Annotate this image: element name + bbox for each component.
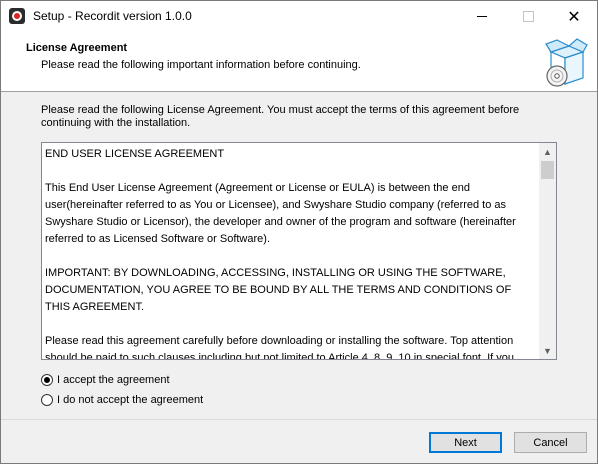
cancel-button[interactable]: Cancel bbox=[514, 432, 587, 453]
license-instructions: Please read the following License Agreem… bbox=[41, 104, 520, 129]
wizard-header: License Agreement Please read the follow… bbox=[1, 32, 597, 91]
footer-divider bbox=[1, 419, 597, 420]
minimize-button[interactable] bbox=[459, 1, 505, 32]
accept-option[interactable]: I accept the agreement bbox=[41, 374, 170, 386]
license-textbox[interactable]: END USER LICENSE AGREEMENT This End User… bbox=[41, 142, 557, 360]
close-button[interactable]: ✕ bbox=[551, 1, 597, 32]
decline-label[interactable]: I do not accept the agreement bbox=[57, 394, 203, 406]
vertical-scrollbar[interactable]: ▲ ▼ bbox=[539, 143, 556, 359]
decline-radio[interactable] bbox=[41, 394, 53, 406]
title-bar: Setup - Recordit version 1.0.0 ✕ bbox=[1, 1, 597, 32]
page-subtitle: Please read the following important info… bbox=[41, 59, 361, 71]
scroll-up-arrow-icon[interactable]: ▲ bbox=[539, 143, 556, 160]
scrollbar-thumb[interactable] bbox=[541, 161, 554, 179]
decline-option[interactable]: I do not accept the agreement bbox=[41, 394, 203, 406]
accept-label[interactable]: I accept the agreement bbox=[57, 374, 170, 386]
window-title: Setup - Recordit version 1.0.0 bbox=[33, 9, 192, 23]
close-icon: ✕ bbox=[567, 8, 581, 26]
accept-radio[interactable] bbox=[41, 374, 53, 386]
maximize-button[interactable] bbox=[505, 1, 551, 32]
maximize-icon bbox=[522, 11, 534, 22]
scroll-down-arrow-icon[interactable]: ▼ bbox=[539, 342, 556, 359]
page-title: License Agreement bbox=[26, 42, 128, 54]
license-text: END USER LICENSE AGREEMENT This End User… bbox=[45, 148, 516, 360]
minimize-icon bbox=[477, 16, 487, 17]
app-icon bbox=[9, 8, 25, 24]
setup-window: Setup - Recordit version 1.0.0 ✕ License… bbox=[0, 0, 598, 464]
header-divider bbox=[1, 91, 597, 92]
next-button[interactable]: Next bbox=[429, 432, 502, 453]
install-box-icon bbox=[545, 38, 588, 87]
